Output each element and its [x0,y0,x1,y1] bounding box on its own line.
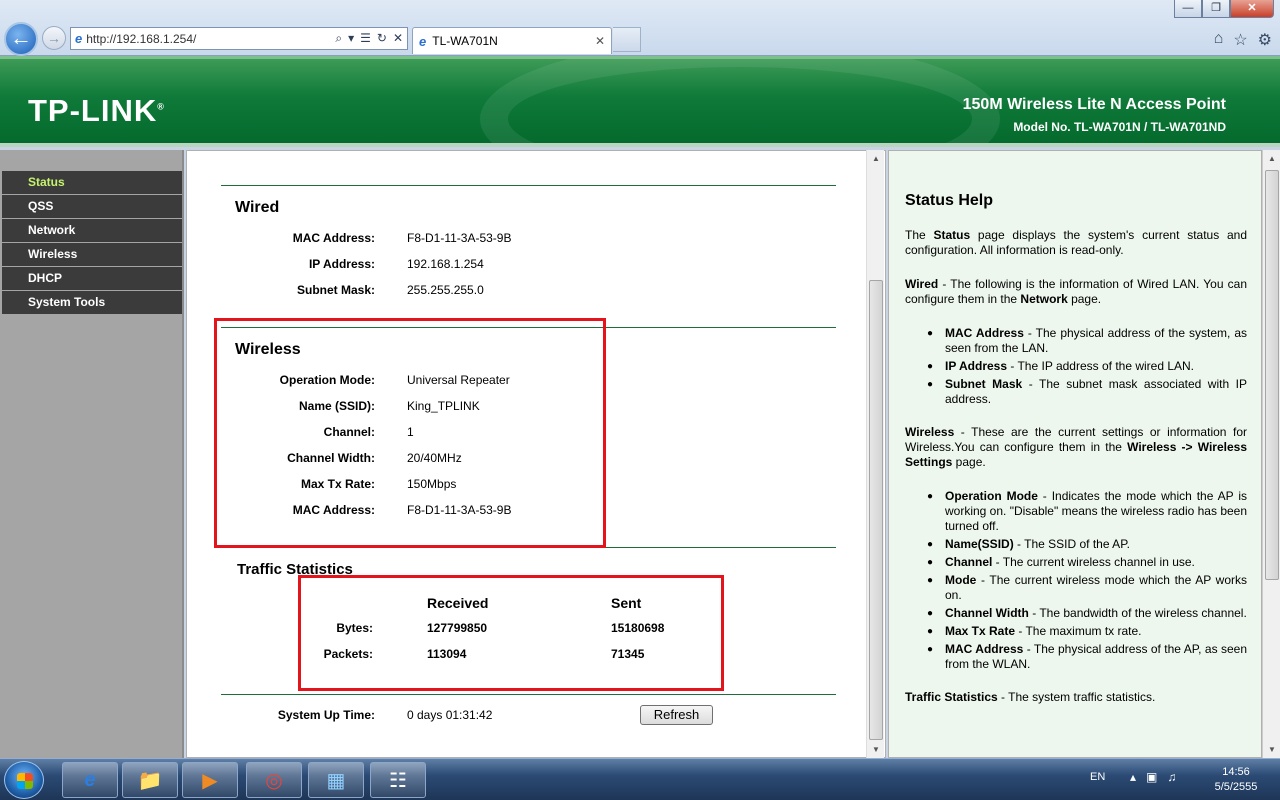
clock-date: 5/5/2555 [1214,781,1258,793]
clock[interactable]: 14:56 5/5/2555 [1206,765,1266,795]
tab-title: TL-WA701N [432,34,498,48]
section-divider [221,185,836,186]
network-app-taskbar-icon[interactable]: ▦ [308,762,364,798]
left-menu: Status QSS Network Wireless DHCP System … [0,150,184,758]
menu-item-status[interactable]: Status [2,171,182,194]
uptime-label: System Up Time: [277,708,375,722]
menu-item-network[interactable]: Network [2,219,182,242]
tab-close-icon[interactable]: ✕ [595,34,605,48]
dropdown-arrow-icon[interactable]: ▾ [348,31,354,46]
help-wireless: Wireless - These are the current setting… [905,425,1247,469]
language-indicator[interactable]: EN [1090,771,1105,783]
address-bar[interactable]: e http://192.168.1.254/ ⌕ ▾ ☰ ↻ ✕ [70,27,408,50]
browser-tab[interactable]: e TL-WA701N ✕ [412,27,612,54]
help-title: Status Help [905,192,994,209]
scroll-down-arrow-icon[interactable]: ▼ [1263,741,1280,758]
menu-item-system-tools[interactable]: System Tools [2,291,182,314]
list-item: MAC Address - The physical address of th… [927,326,1247,356]
address-url[interactable]: http://192.168.1.254/ [86,32,335,46]
list-item: Max Tx Rate - The maximum tx rate. [927,624,1247,639]
list-item: IP Address - The IP address of the wired… [927,359,1247,374]
wired-subnet-label: Subnet Mask: [296,283,375,297]
scroll-up-arrow-icon[interactable]: ▲ [1263,150,1280,167]
list-item: MAC Address - The physical address of th… [927,642,1247,672]
main-scroll-thumb[interactable] [869,280,883,740]
settings-gear-icon[interactable]: ⚙ [1258,30,1272,50]
section-divider [221,694,836,695]
uptime-row: System Up Time: 0 days 01:31:42 [187,708,887,724]
scroll-down-arrow-icon[interactable]: ▼ [867,741,885,758]
chrome-taskbar-icon[interactable]: ◎ [246,762,302,798]
close-window-button[interactable]: ✕ [1230,0,1274,18]
stop-icon[interactable]: ✕ [393,31,403,46]
ie-page-icon: e [75,31,83,46]
product-model: Model No. TL-WA701N / TL-WA701ND [1013,120,1226,134]
help-wired-list: MAC Address - The physical address of th… [927,326,1247,407]
uptime-value: 0 days 01:31:42 [407,708,493,722]
list-item: Channel Width - The bandwidth of the wir… [927,606,1247,621]
help-scroll-thumb[interactable] [1265,170,1279,580]
tab-favicon-icon: e [419,33,427,49]
minimize-button[interactable]: — [1174,0,1202,18]
wired-ip-value: 192.168.1.254 [407,257,484,271]
refresh-button[interactable]: Refresh [640,705,713,725]
header-swirl-decoration [480,59,1000,143]
wired-title: Wired [235,199,280,216]
help-scrollbar[interactable]: ▲ ▼ [1262,150,1280,758]
start-button[interactable] [4,761,44,799]
volume-icon[interactable]: ♫ [1167,770,1176,784]
list-item: Name(SSID) - The SSID of the AP. [927,537,1247,552]
wireless-highlight-box [214,318,606,548]
forward-button[interactable]: → [42,26,66,50]
help-wireless-list: Operation Mode - Indicates the mode whic… [927,489,1247,672]
product-title: 150M Wireless Lite N Access Point [962,96,1226,113]
menu-item-qss[interactable]: QSS [2,195,182,218]
windows-taskbar: e 📁 ▶ ◎ ▦ ☷ EN ▴ ▣ ♫ 14:56 5/5/2555 [0,758,1280,800]
media-player-taskbar-icon[interactable]: ▶ [182,762,238,798]
maximize-button[interactable]: ❐ [1202,0,1230,18]
wired-mac-row: MAC Address: F8-D1-11-3A-53-9B [187,231,887,247]
search-icon[interactable]: ⌕ [335,31,342,46]
favorites-star-icon[interactable]: ☆ [1233,30,1247,50]
menu-item-dhcp[interactable]: DHCP [2,267,182,290]
scroll-up-arrow-icon[interactable]: ▲ [867,150,885,167]
browser-chrome: — ❐ ✕ ← → e http://192.168.1.254/ ⌕ ▾ ☰ … [0,0,1280,56]
clock-time: 14:56 [1222,766,1250,778]
wired-subnet-row: Subnet Mask: 255.255.255.0 [187,283,887,299]
ie-taskbar-icon[interactable]: e [62,762,118,798]
wired-subnet-value: 255.255.255.0 [407,283,484,297]
status-panel: Wired MAC Address: F8-D1-11-3A-53-9B IP … [186,150,886,758]
wired-ip-row: IP Address: 192.168.1.254 [187,257,887,273]
explorer-taskbar-icon[interactable]: 📁 [122,762,178,798]
wired-mac-label: MAC Address: [292,231,375,245]
list-item: Mode - The current wireless mode which t… [927,573,1247,603]
home-icon[interactable]: ⌂ [1214,30,1224,50]
wired-mac-value: F8-D1-11-3A-53-9B [407,231,512,245]
help-wired: Wired - The following is the information… [905,277,1247,306]
list-item: Operation Mode - Indicates the mode whic… [927,489,1247,534]
list-item: Channel - The current wireless channel i… [927,555,1247,570]
list-item: Subnet Mask - The subnet mask associated… [927,377,1247,407]
help-intro: The Status page displays the system's cu… [905,228,1248,257]
router-header: TP-LINK® 150M Wireless Lite N Access Poi… [0,56,1280,147]
document-taskbar-icon[interactable]: ☷ [370,762,426,798]
network-status-icon[interactable]: ▣ [1146,770,1157,784]
system-tray: EN ▴ ▣ ♫ 14:56 5/5/2555 [1070,759,1280,800]
refresh-icon[interactable]: ↻ [377,31,387,46]
help-panel: Status Help The Status page displays the… [888,150,1262,758]
traffic-highlight-box [298,575,724,691]
help-traffic: Traffic Statistics - The system traffic … [905,690,1156,704]
compatibility-view-icon[interactable]: ☰ [360,31,371,46]
window-controls: — ❐ ✕ [1174,0,1274,18]
back-button[interactable]: ← [4,22,38,56]
main-scrollbar[interactable]: ▲ ▼ [866,150,884,758]
menu-item-wireless[interactable]: Wireless [2,243,182,266]
show-hidden-icons-icon[interactable]: ▴ [1130,770,1136,784]
tp-link-logo: TP-LINK® [28,93,165,128]
wired-ip-label: IP Address: [308,257,375,271]
new-tab-button[interactable] [613,27,641,52]
